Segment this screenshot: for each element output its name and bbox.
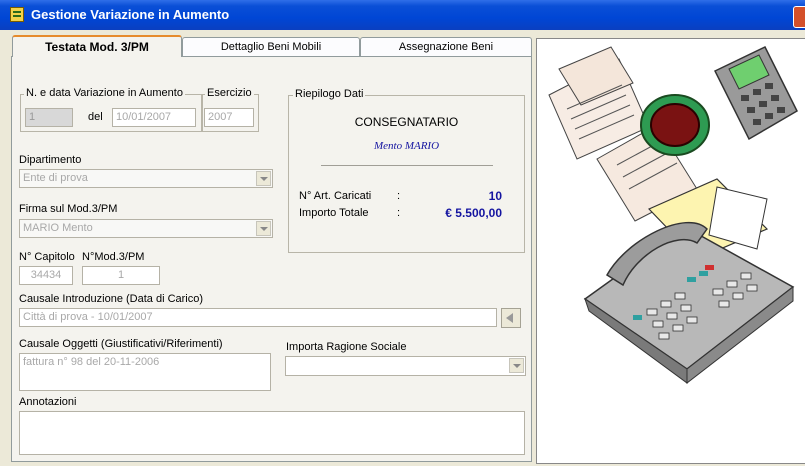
causale-oggetti-label: Causale Oggetti (Giustificativi/Riferime… [19,338,223,350]
telephone-body [583,226,795,370]
importo-colon: : [397,207,401,219]
tab-assegnazione-label: Assegnazione Beni [398,41,494,53]
annotazioni-label: Annotazioni [19,396,77,408]
ragione-sociale-label: Importa Ragione Sociale [286,341,407,353]
arrow-left-icon[interactable] [501,308,521,328]
chevron-down-icon[interactable] [256,221,271,236]
close-button[interactable] [793,6,805,28]
firma-value: MARIO Mento [23,222,93,234]
tab-panel: N. e data Variazione in Aumento 1 del 10… [11,56,532,462]
tab-assegnazione-beni[interactable]: Assegnazione Beni [360,37,532,56]
office-clipart [548,46,798,385]
data-variazione-field[interactable]: 10/01/2007 [112,108,196,127]
annotazioni-field[interactable] [19,411,525,455]
articoli-caricati-value: 10 [488,189,502,203]
causale-intro-label: Causale Introduzione (Data di Carico) [19,293,204,305]
chevron-down-icon[interactable] [256,171,271,186]
title-bar: Gestione Variazione in Aumento [0,0,805,30]
telephone-button-red [705,265,714,270]
esercizio-field[interactable]: 2007 [204,108,254,127]
articoli-caricati-label: N° Art. Caricati [299,190,372,202]
dipartimento-label: Dipartimento [19,154,82,166]
form-icon [10,7,24,22]
firma-label: Firma sul Mod.3/PM [19,203,118,215]
chevron-down-icon[interactable] [509,358,524,373]
mod3pm-field[interactable]: 1 [82,266,160,285]
capitolo-field[interactable]: 34434 [19,266,73,285]
firma-select[interactable]: MARIO Mento [19,219,273,238]
window-content: Testata Mod. 3/PM Dettaglio Beni Mobili … [0,30,805,464]
causale-intro-field[interactable]: Città di prova - 10/01/2007 [19,308,497,327]
riepilogo-divider [321,165,493,166]
tab-testata-label: Testata Mod. 3/PM [45,40,149,54]
stamp-top [650,103,700,147]
del-label: del [88,111,103,123]
riepilogo-group: Riepilogo Dati CONSEGNATARIO Mento MARIO… [288,88,525,253]
articoli-colon: : [397,190,401,202]
dipartimento-value: Ente di prova [23,172,88,184]
importo-totale-value: € 5.500,00 [445,206,502,220]
consegnatario-name: Mento MARIO [373,140,440,152]
tab-dettaglio-label: Dettaglio Beni Mobili [220,41,322,53]
ragione-sociale-select[interactable] [285,356,526,376]
riepilogo-group-label: Riepilogo Dati [293,88,366,100]
numero-variazione-field[interactable]: 1 [25,108,73,127]
esercizio-group: Esercizio 2007 [201,87,259,132]
window-title: Gestione Variazione in Aumento [31,7,230,22]
capitolo-label: N° Capitolo [19,251,75,263]
tab-testata[interactable]: Testata Mod. 3/PM [12,35,182,57]
illustration-panel [536,38,805,464]
consegnatario-header: CONSEGNATARIO [354,115,459,129]
mod3pm-label: N°Mod.3/PM [82,251,145,263]
esercizio-group-label: Esercizio [205,87,254,99]
variazione-group: N. e data Variazione in Aumento 1 del 10… [20,87,203,132]
dipartimento-select[interactable]: Ente di prova [19,169,273,188]
variazione-group-label: N. e data Variazione in Aumento [24,87,185,99]
tab-dettaglio-beni[interactable]: Dettaglio Beni Mobili [182,37,360,56]
causale-oggetti-field[interactable]: fattura n° 98 del 20-11-2006 [19,353,271,391]
importo-totale-label: Importo Totale [299,207,369,219]
